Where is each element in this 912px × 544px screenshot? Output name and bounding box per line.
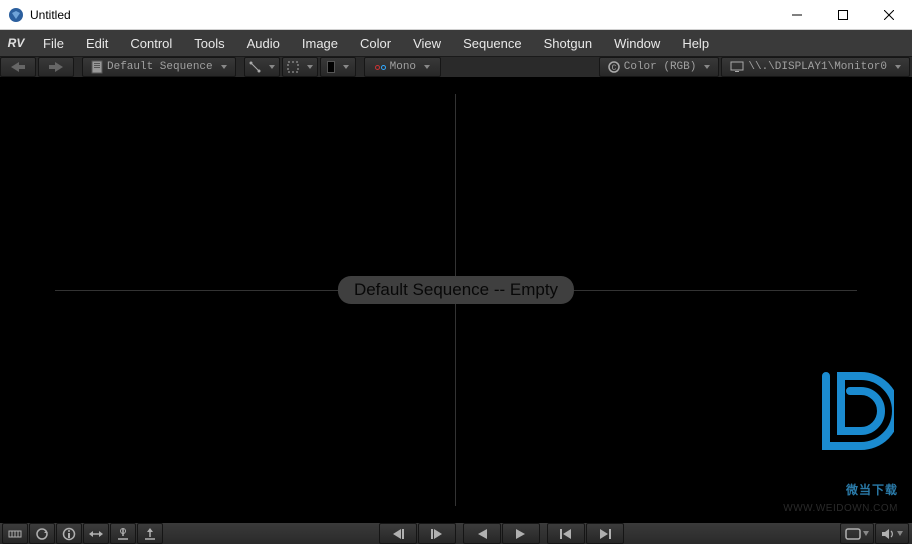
frame-icon [287, 61, 299, 73]
window-minimize-button[interactable] [774, 0, 820, 30]
toolbar: Default Sequence Mono [0, 56, 912, 78]
ping-pong-button[interactable] [83, 523, 109, 544]
monitor-icon [730, 61, 744, 73]
window-maximize-button[interactable] [820, 0, 866, 30]
viewport[interactable]: Default Sequence -- Empty 微当下载 WWW.WEIDO… [0, 78, 912, 522]
window-title: Untitled [30, 8, 71, 22]
frame-mode-button[interactable] [283, 58, 317, 76]
menu-sequence[interactable]: Sequence [452, 30, 533, 56]
fit-mode-button[interactable] [245, 58, 279, 76]
menu-file[interactable]: File [32, 30, 75, 56]
volume-button[interactable] [875, 523, 909, 544]
menu-tools[interactable]: Tools [183, 30, 235, 56]
info-button[interactable] [56, 523, 82, 544]
menu-edit[interactable]: Edit [75, 30, 119, 56]
timeline-toggle-button[interactable] [2, 523, 28, 544]
menu-audio[interactable]: Audio [236, 30, 291, 56]
menu-shotgun[interactable]: Shotgun [533, 30, 603, 56]
step-forward-button[interactable] [418, 523, 456, 544]
viewport-overlay-label: Default Sequence -- Empty [338, 276, 574, 304]
menu-color[interactable]: Color [349, 30, 402, 56]
nav-back-button[interactable] [1, 58, 35, 76]
watermark-text: 微当下载 [846, 481, 898, 498]
nav-forward-button[interactable] [39, 58, 73, 76]
watermark-logo-icon [816, 366, 894, 456]
color-wheel-icon: C [608, 61, 620, 73]
goto-end-button[interactable] [586, 523, 624, 544]
color-mode-selector[interactable]: C Color (RGB) [600, 58, 719, 76]
menu-control[interactable]: Control [119, 30, 183, 56]
stereo-label: Mono [390, 61, 416, 73]
sequence-label: Default Sequence [107, 61, 213, 73]
loop-button[interactable] [29, 523, 55, 544]
in-point-button[interactable] [110, 523, 136, 544]
display-label: \\.\DISPLAY1\Monitor0 [748, 61, 887, 73]
app-logo-icon [8, 7, 24, 23]
playback-bar [0, 522, 912, 544]
play-forward-button[interactable] [502, 523, 540, 544]
fit-icon [249, 61, 261, 73]
menu-window[interactable]: Window [603, 30, 671, 56]
out-point-button[interactable] [137, 523, 163, 544]
menu-image[interactable]: Image [291, 30, 349, 56]
document-icon [91, 60, 103, 74]
window-titlebar: Untitled [0, 0, 912, 30]
menu-help[interactable]: Help [671, 30, 720, 56]
stereo-mode-selector[interactable]: Mono [365, 58, 440, 76]
fullscreen-button[interactable] [840, 523, 874, 544]
play-backward-button[interactable] [463, 523, 501, 544]
menubar: RV File Edit Control Tools Audio Image C… [0, 30, 912, 56]
bg-color-button[interactable] [321, 58, 355, 76]
color-label: Color (RGB) [624, 61, 697, 73]
menu-view[interactable]: View [402, 30, 452, 56]
brand-label: RV [0, 30, 32, 56]
watermark-url: WWW.WEIDOWN.COM [783, 503, 898, 514]
sequence-selector[interactable]: Default Sequence [83, 58, 235, 76]
display-selector[interactable]: \\.\DISPLAY1\Monitor0 [722, 58, 909, 76]
goto-start-button[interactable] [547, 523, 585, 544]
window-close-button[interactable] [866, 0, 912, 30]
stereo-icon [375, 65, 386, 70]
svg-text:C: C [611, 64, 616, 73]
step-back-button[interactable] [379, 523, 417, 544]
bg-swatch-icon [327, 61, 335, 73]
